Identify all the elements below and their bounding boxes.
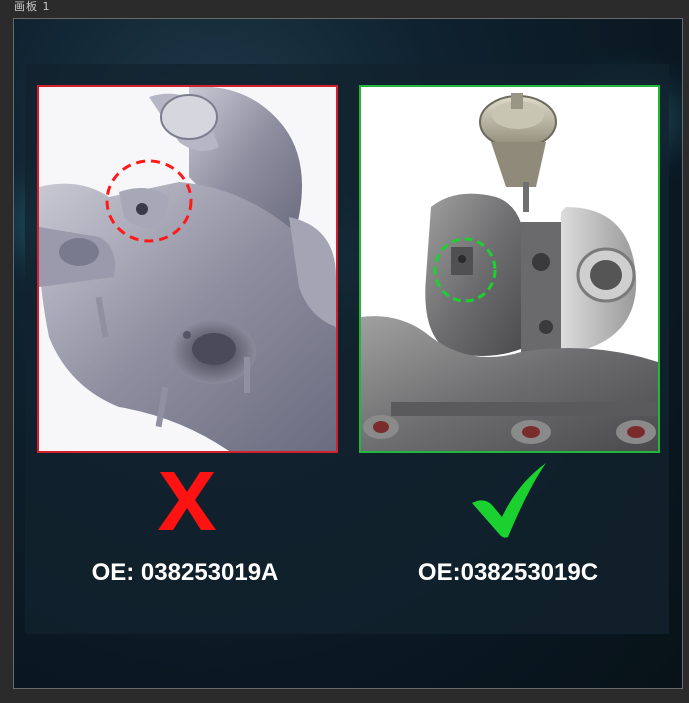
turbocharger-image-wrong (39, 87, 336, 451)
artboard: OE: 038253019A OE:038253019C (13, 18, 683, 689)
oe-number-correct: OE:038253019C (417, 559, 599, 586)
turbo-photo-wrong (37, 85, 338, 453)
turbocharger-image-correct (361, 93, 658, 451)
artboard-title[interactable]: 画板 1 (14, 0, 51, 14)
green-check-icon (470, 459, 548, 539)
red-x-icon (154, 468, 220, 534)
canvas-window: 画板 1 OE: 038253019A OE:038253019C (0, 0, 689, 703)
oe-number-wrong: OE: 038253019A (91, 559, 279, 586)
turbo-photo-correct (359, 85, 660, 453)
